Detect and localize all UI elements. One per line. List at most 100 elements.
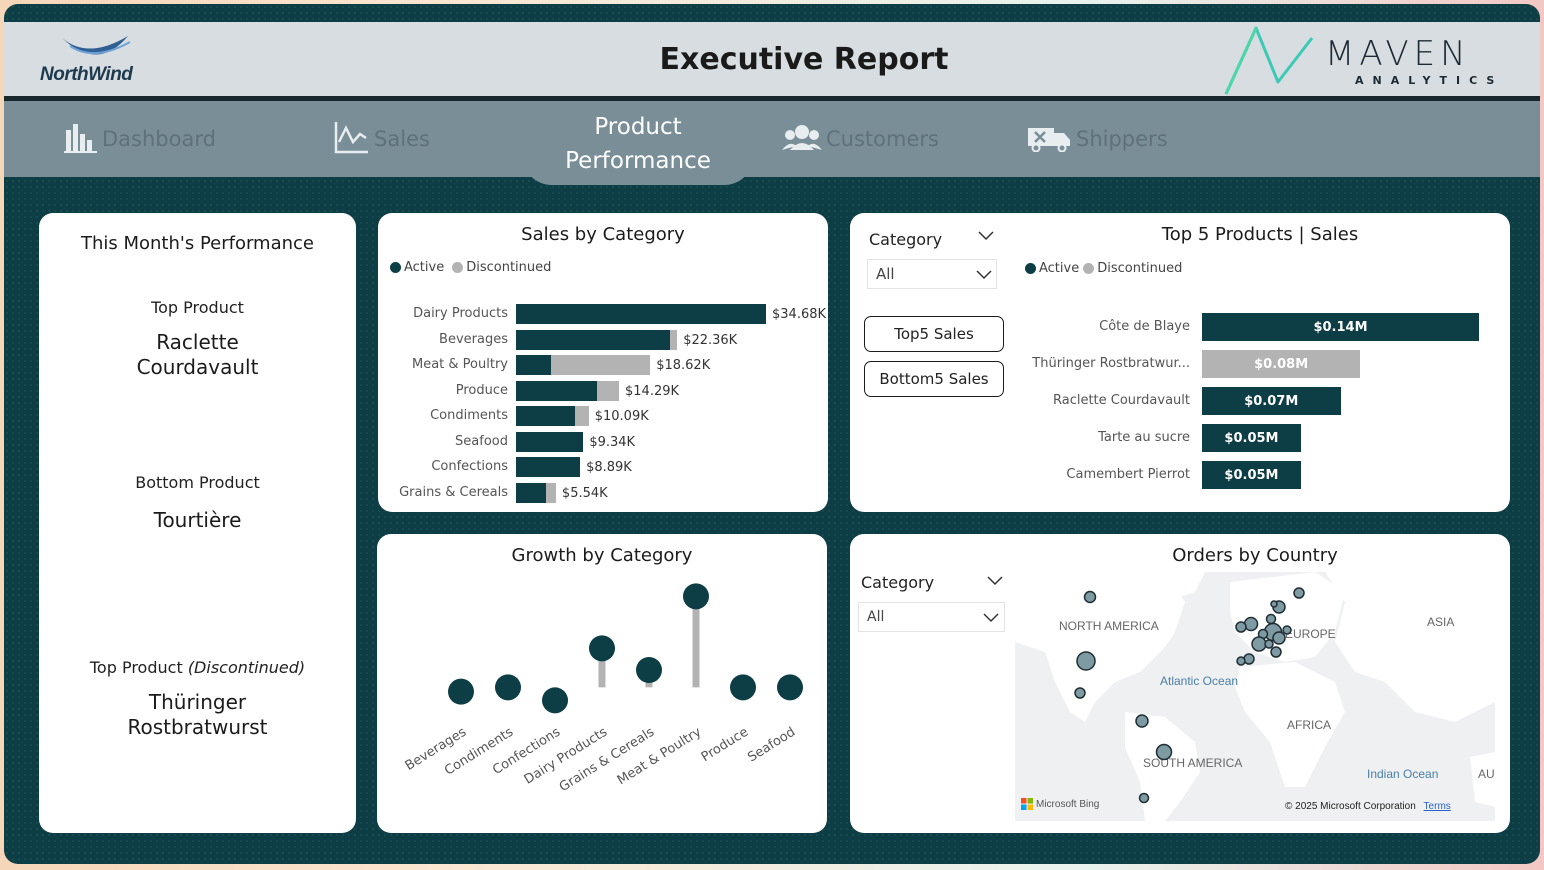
nav-dashboard[interactable]: Dashboard <box>64 101 216 177</box>
nav-sales-label: Sales <box>374 127 430 151</box>
chevron-down-icon <box>983 613 999 623</box>
sales-legend: Active Discontinued <box>390 260 551 275</box>
map-bubble <box>1135 714 1149 728</box>
product-bar[interactable]: $0.08M <box>1202 350 1361 378</box>
users-icon <box>782 122 822 157</box>
bar-value-label: $34.68K <box>772 307 827 322</box>
nav-customers[interactable]: Customers <box>782 101 939 177</box>
bottom5-sales-button[interactable]: Bottom5 Sales <box>864 361 1004 397</box>
top5-card: Category All Top5 Sales Bottom5 Sales To… <box>850 213 1510 512</box>
nav-bar: Dashboard Sales Product Performance Cust… <box>4 101 1540 185</box>
growth-card: Growth by Category Beverages Condiments Co… <box>377 534 827 833</box>
bar-discontinued[interactable] <box>670 329 678 350</box>
map-bubble <box>1076 651 1096 671</box>
orders-category-dropdown[interactable]: All <box>858 602 1005 632</box>
legend-discontinued-label: Discontinued <box>1097 261 1183 276</box>
category-label: Condiments <box>430 408 508 423</box>
nav-active-line1: Product <box>594 114 682 140</box>
bar-discontinued[interactable] <box>597 380 619 401</box>
bar-active[interactable] <box>516 304 766 324</box>
bar-active[interactable] <box>516 431 584 452</box>
top5-sales-button[interactable]: Top5 Sales <box>864 316 1004 352</box>
lollipop-dot[interactable] <box>636 657 662 683</box>
lollipop-dot[interactable] <box>730 674 756 701</box>
lollipop-dot[interactable] <box>448 678 474 705</box>
top-product-line1: Raclette <box>156 330 239 354</box>
legend-active-dot <box>1025 263 1036 274</box>
bar-active[interactable] <box>516 482 547 503</box>
map-bubble <box>1083 590 1097 604</box>
lollipop-dot[interactable] <box>683 583 709 610</box>
bar-discontinued[interactable] <box>550 355 651 375</box>
map-bubble <box>1264 639 1274 649</box>
bar-active[interactable] <box>516 329 671 350</box>
nav-product-performance[interactable]: Product Performance <box>522 101 754 185</box>
top-product-label: Top Product <box>151 298 244 317</box>
category-tick-label: Seafood <box>745 725 798 766</box>
bar-active[interactable] <box>516 457 581 477</box>
map-bubble <box>1155 743 1173 761</box>
map-bubble <box>1282 625 1292 635</box>
lollipop-dot[interactable] <box>542 687 568 714</box>
orders-title: Orders by Country <box>1172 545 1338 566</box>
orders-map[interactable]: NORTH AMERICA EUROPE ASIA AFRICA SOUTH A… <box>1015 572 1495 821</box>
chevron-down-icon[interactable] <box>978 231 994 241</box>
category-label: Meat & Poultry <box>412 357 508 372</box>
bottom-product-label: Bottom Product <box>135 473 260 492</box>
product-label: Raclette Courdavault <box>1052 393 1190 408</box>
lollipop-dot[interactable] <box>589 635 615 662</box>
map-bubbles <box>1074 587 1305 804</box>
performance-title: This Month's Performance <box>80 233 315 254</box>
terms-link[interactable]: Terms <box>1424 801 1451 812</box>
category-label: Seafood <box>455 433 508 449</box>
map-bubble <box>1235 621 1247 633</box>
legend-discontinued-dot <box>1083 263 1095 274</box>
orders-card: Orders by Country Category All NORTH AME… <box>850 534 1510 833</box>
orders-slicer-label: Category <box>861 573 935 592</box>
product-bar[interactable]: $0.05M <box>1202 424 1301 452</box>
northwind-logo: NorthWind <box>38 32 148 92</box>
nav-sales[interactable]: Sales <box>334 101 430 177</box>
map-bubble <box>1272 631 1286 645</box>
bar-discontinued[interactable] <box>546 482 556 503</box>
chevron-down-icon[interactable] <box>987 576 1003 586</box>
bar-active[interactable] <box>516 406 576 426</box>
product-bar[interactable]: $0.07M <box>1202 387 1341 415</box>
legend-discontinued-dot <box>452 262 464 273</box>
map-bubble <box>1265 613 1277 625</box>
product-label: Camembert Pierrot <box>1066 467 1190 482</box>
report-frame: NorthWind Executive Report MAVEN ANALYTI… <box>4 4 1540 864</box>
bar-active[interactable] <box>516 355 551 375</box>
product-label: Tarte au sucre <box>1098 430 1190 445</box>
bar-value-label: $8.89K <box>586 460 632 475</box>
bar-value-label: $22.36K <box>683 332 738 348</box>
map-bubble <box>1138 792 1150 804</box>
map-bubble <box>1293 587 1305 599</box>
bar-value-label: $14.29K <box>625 383 680 399</box>
map-bubble <box>1270 646 1282 658</box>
bottom-product-value: Tourtière <box>153 508 242 532</box>
product-label: Côte de Blaye <box>1099 319 1190 334</box>
top5-category-dropdown[interactable]: All <box>867 259 997 289</box>
category-label: Dairy Products <box>413 306 508 321</box>
map-bubble <box>1251 636 1267 652</box>
legend-active-dot <box>390 262 401 273</box>
lollipop-dot[interactable] <box>495 674 521 701</box>
product-bar[interactable]: $0.05M <box>1202 461 1301 489</box>
bar-active[interactable] <box>516 380 598 401</box>
product-label: Thüringer Rostbratwur... <box>1032 356 1190 371</box>
sales-by-category-card: Sales by Category Active Discontinued Da… <box>378 213 828 512</box>
product-bar[interactable]: $0.14M <box>1202 313 1479 341</box>
top-discontinued-label: Top Product (Discontinued) <box>89 658 306 677</box>
bar-discontinued[interactable] <box>575 406 589 426</box>
nav-active-line2: Performance <box>565 148 711 174</box>
nav-dashboard-label: Dashboard <box>102 127 216 151</box>
maven-logo: MAVEN ANALYTICS <box>1220 22 1530 98</box>
bar-value-label: $9.34K <box>589 434 636 450</box>
lollipop-dot[interactable] <box>777 674 803 701</box>
bing-attribution: Microsoft Bing <box>1021 798 1099 810</box>
nav-shippers[interactable]: Shippers <box>1026 101 1168 177</box>
map-bubble <box>1270 600 1278 608</box>
category-label: Produce <box>455 382 508 398</box>
bar-chart-icon <box>64 120 98 159</box>
